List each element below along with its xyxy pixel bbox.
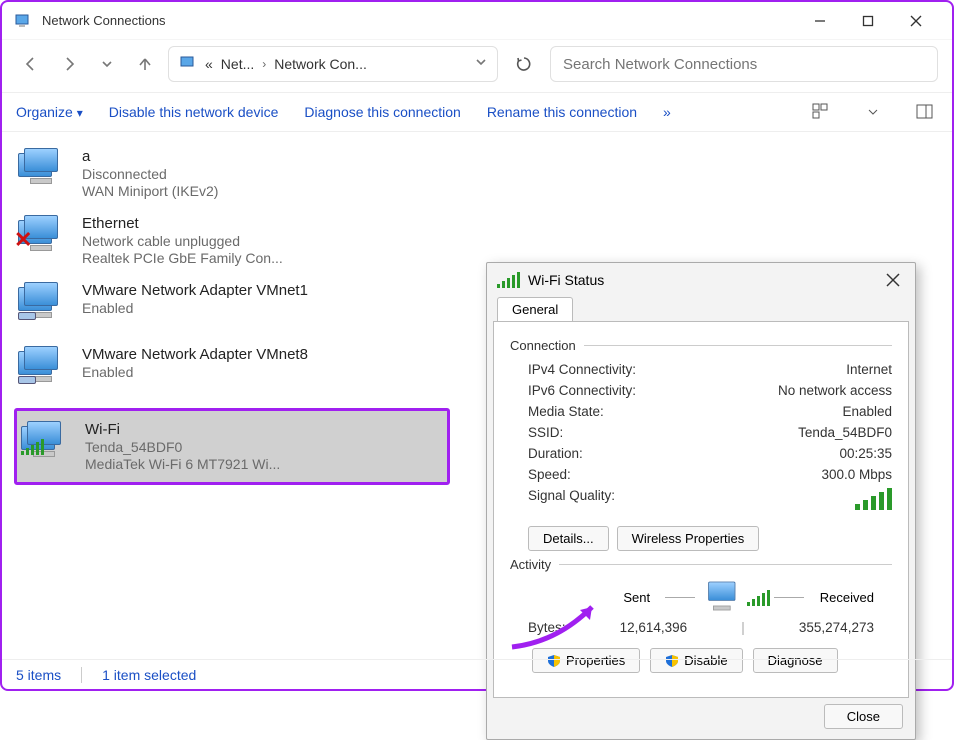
address-dropdown[interactable] <box>475 55 487 73</box>
adapter-icon: ✕ <box>18 215 72 263</box>
ipv6-label: IPv6 Connectivity: <box>528 383 636 398</box>
recent-dropdown[interactable] <box>92 49 122 79</box>
signal-bars-icon <box>497 272 520 288</box>
signal-quality-label: Signal Quality: <box>528 488 615 513</box>
status-bar: 5 items 1 item selected <box>2 659 952 689</box>
ssid-value: Tenda_54BDF0 <box>798 425 892 440</box>
bytes-label: Bytes: <box>528 620 566 635</box>
adapter-status: Enabled <box>82 300 308 316</box>
ipv4-label: IPv4 Connectivity: <box>528 362 636 377</box>
adapter-item-a[interactable]: a Disconnected WAN Miniport (IKEv2) <box>14 140 450 207</box>
adapter-device: Realtek PCIe GbE Family Con... <box>82 250 283 266</box>
adapter-list: a Disconnected WAN Miniport (IKEv2) ✕ Et… <box>2 132 462 659</box>
bytes-received-value: 355,274,273 <box>799 620 874 635</box>
adapter-name: a <box>82 148 218 165</box>
close-dialog-button[interactable]: Close <box>824 704 903 729</box>
title-bar: Network Connections <box>2 2 952 40</box>
location-icon <box>179 53 197 76</box>
duration-label: Duration: <box>528 446 583 461</box>
signal-bars-icon <box>21 439 44 460</box>
media-value: Enabled <box>842 404 892 419</box>
search-input[interactable] <box>563 56 925 73</box>
preview-pane-button[interactable] <box>912 99 938 125</box>
adapter-name: Wi-Fi <box>85 421 280 438</box>
plug-icon <box>18 312 36 320</box>
received-label: Received <box>820 590 874 605</box>
adapter-name: Ethernet <box>82 215 283 232</box>
back-button[interactable] <box>16 49 46 79</box>
adapter-name: VMware Network Adapter VMnet1 <box>82 282 308 299</box>
adapter-status: Tenda_54BDF0 <box>85 439 280 455</box>
breadcrumb-2[interactable]: Network Con... <box>274 56 367 72</box>
adapter-icon <box>21 421 75 469</box>
sent-label: Sent <box>623 590 650 605</box>
adapter-icon <box>18 148 72 196</box>
refresh-button[interactable] <box>506 46 542 82</box>
disable-device-link[interactable]: Disable this network device <box>109 104 279 120</box>
details-button[interactable]: Details... <box>528 526 609 551</box>
item-count: 5 items <box>16 667 61 683</box>
error-x-icon: ✕ <box>14 227 32 253</box>
speed-value: 300.0 Mbps <box>821 467 892 482</box>
adapter-item-vmnet1[interactable]: VMware Network Adapter VMnet1 Enabled <box>14 274 450 338</box>
ipv6-value: No network access <box>778 383 892 398</box>
speed-label: Speed: <box>528 467 571 482</box>
adapter-device: WAN Miniport (IKEv2) <box>82 183 218 199</box>
rename-link[interactable]: Rename this connection <box>487 104 637 120</box>
adapter-device: MediaTek Wi-Fi 6 MT7921 Wi... <box>85 456 280 472</box>
bytes-sent-value: 12,614,396 <box>620 620 688 635</box>
nav-row: « Net... › Network Con... <box>2 40 952 92</box>
organize-menu[interactable]: Organize ▾ <box>16 104 83 120</box>
forward-button[interactable] <box>54 49 84 79</box>
search-box[interactable] <box>550 46 938 82</box>
dialog-title: Wi-Fi Status <box>528 272 873 288</box>
adapter-status: Network cable unplugged <box>82 233 283 249</box>
adapter-name: VMware Network Adapter VMnet8 <box>82 346 308 363</box>
activity-icon <box>699 578 743 617</box>
ipv4-value: Internet <box>846 362 892 377</box>
up-button[interactable] <box>130 49 160 79</box>
adapter-item-ethernet[interactable]: ✕ Ethernet Network cable unplugged Realt… <box>14 207 450 274</box>
tab-general[interactable]: General <box>497 297 573 321</box>
signal-quality-value <box>855 488 892 513</box>
diagnose-link[interactable]: Diagnose this connection <box>304 104 460 120</box>
adapter-icon <box>18 282 72 330</box>
view-dropdown[interactable] <box>860 99 886 125</box>
chevron-right-icon: › <box>262 57 266 71</box>
selection-count: 1 item selected <box>81 667 196 683</box>
view-options-button[interactable] <box>808 99 834 125</box>
adapter-item-vmnet8[interactable]: VMware Network Adapter VMnet8 Enabled <box>14 338 450 402</box>
signal-bars-icon <box>747 590 770 606</box>
breadcrumb-1[interactable]: Net... <box>221 56 254 72</box>
command-bar: Organize ▾ Disable this network device D… <box>2 92 952 132</box>
adapter-icon <box>18 346 72 394</box>
duration-value: 00:25:35 <box>839 446 892 461</box>
media-label: Media State: <box>528 404 604 419</box>
group-activity: Activity <box>510 557 551 572</box>
adapter-status: Enabled <box>82 364 308 380</box>
address-bar[interactable]: « Net... › Network Con... <box>168 46 498 82</box>
overflow-menu[interactable]: » <box>663 104 671 120</box>
adapter-item-wifi[interactable]: Wi-Fi Tenda_54BDF0 MediaTek Wi-Fi 6 MT79… <box>14 408 450 485</box>
close-button[interactable] <box>892 2 940 40</box>
plug-icon <box>18 376 36 384</box>
adapter-status: Disconnected <box>82 166 218 182</box>
ssid-label: SSID: <box>528 425 563 440</box>
minimize-button[interactable] <box>796 2 844 40</box>
app-icon <box>14 12 32 30</box>
breadcrumb-prefix: « <box>205 56 213 72</box>
wireless-properties-button[interactable]: Wireless Properties <box>617 526 760 551</box>
group-connection: Connection <box>510 338 576 353</box>
signal-bars-icon <box>855 488 892 510</box>
dialog-close-button[interactable] <box>881 268 905 292</box>
maximize-button[interactable] <box>844 2 892 40</box>
window-title: Network Connections <box>42 13 796 28</box>
